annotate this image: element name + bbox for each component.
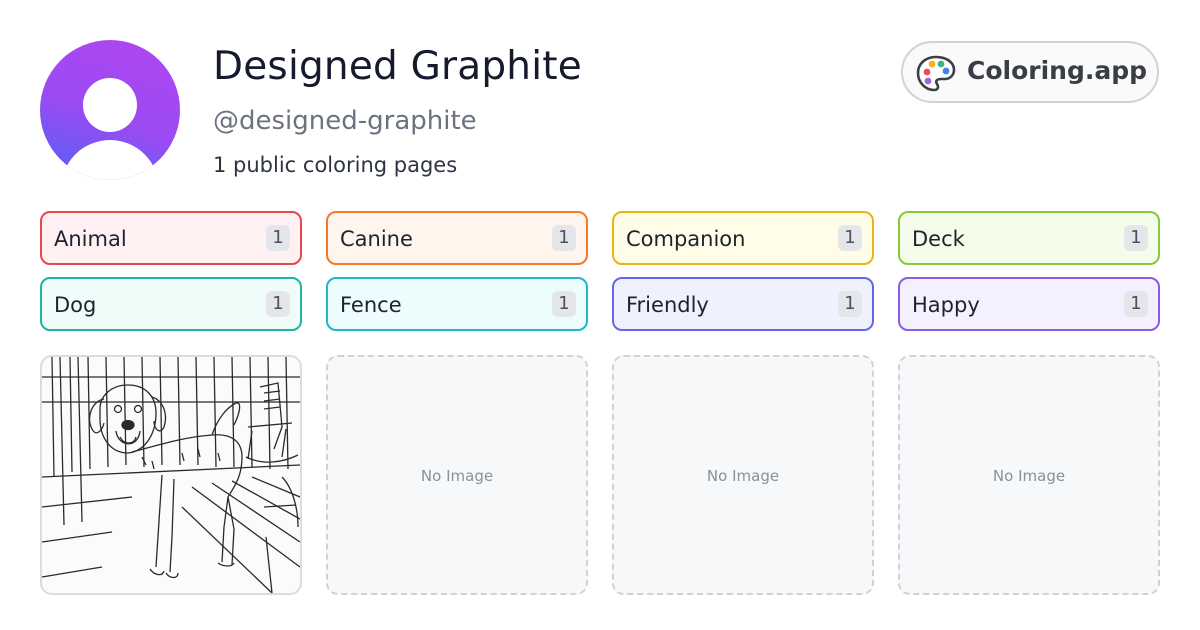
tag-count-badge: 1 (838, 225, 862, 251)
tag-fence[interactable]: Fence 1 (326, 277, 588, 331)
tag-label: Deck (912, 227, 965, 251)
tag-canine[interactable]: Canine 1 (326, 211, 588, 265)
palette-icon (916, 55, 956, 92)
tag-count-badge: 1 (266, 291, 290, 317)
no-image-text: No Image (706, 467, 780, 485)
tag-label: Fence (340, 293, 402, 317)
tag-count-badge: 1 (552, 225, 576, 251)
tag-count-badge: 1 (1124, 225, 1148, 251)
coloring-page-card-empty[interactable]: No Image (898, 355, 1160, 595)
tag-label: Friendly (626, 293, 709, 317)
tag-companion[interactable]: Companion 1 (612, 211, 874, 265)
brand-badge[interactable]: Coloring.app (901, 41, 1159, 103)
tag-label: Dog (54, 293, 97, 317)
profile-name: Designed Graphite (213, 44, 582, 89)
tag-count-badge: 1 (552, 291, 576, 317)
no-image-text: No Image (992, 467, 1066, 485)
tag-happy[interactable]: Happy 1 (898, 277, 1160, 331)
coloring-page-card-empty[interactable]: No Image (612, 355, 874, 595)
tag-animal[interactable]: Animal 1 (40, 211, 302, 265)
public-pages-count: 1 public coloring pages (213, 153, 458, 177)
tag-dog[interactable]: Dog 1 (40, 277, 302, 331)
profile-handle: @designed-graphite (213, 106, 477, 136)
tag-count-badge: 1 (1124, 291, 1148, 317)
tag-friendly[interactable]: Friendly 1 (612, 277, 874, 331)
avatar[interactable] (40, 40, 180, 180)
dog-coloring-illustration (42, 357, 300, 593)
tag-label: Animal (54, 227, 127, 251)
tag-count-badge: 1 (266, 225, 290, 251)
coloring-page-card-empty[interactable]: No Image (326, 355, 588, 595)
tag-count-badge: 1 (838, 291, 862, 317)
coloring-page-card[interactable] (40, 355, 302, 595)
tag-label: Companion (626, 227, 746, 251)
brand-label: Coloring.app (967, 56, 1148, 85)
avatar-shoulders-shape (61, 140, 159, 180)
tag-label: Happy (912, 293, 980, 317)
avatar-head-shape (83, 78, 137, 132)
tag-label: Canine (340, 227, 413, 251)
no-image-text: No Image (420, 467, 494, 485)
tag-deck[interactable]: Deck 1 (898, 211, 1160, 265)
